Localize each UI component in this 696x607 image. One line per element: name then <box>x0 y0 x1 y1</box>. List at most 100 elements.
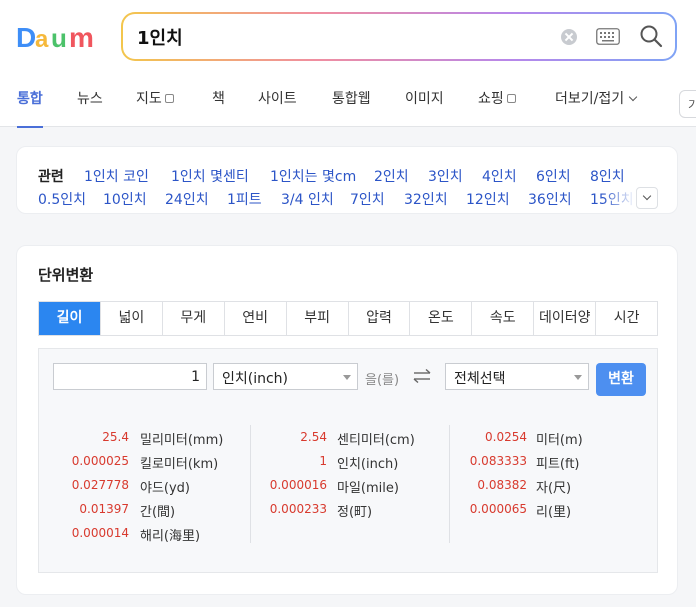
related-title: 관련 <box>38 169 64 185</box>
related-link[interactable]: 1피트 <box>227 189 262 209</box>
tab-images[interactable]: 이미지 <box>405 88 444 127</box>
result-value: 0.01397 <box>79 502 129 516</box>
result-value: 0.000065 <box>469 502 527 516</box>
related-link[interactable]: 1인치 몇센티 <box>171 166 249 186</box>
from-unit-select[interactable]: 인치(inch) <box>213 363 358 390</box>
swap-icon[interactable] <box>413 369 431 383</box>
search-box <box>121 12 677 61</box>
unit-tab-length[interactable]: 길이 <box>39 302 101 335</box>
related-link[interactable]: 32인치 <box>404 189 448 209</box>
search-input[interactable] <box>137 23 517 51</box>
unit-tab-data[interactable]: 데이터양 <box>534 302 597 335</box>
expand-related-button[interactable] <box>636 187 658 209</box>
tab-map[interactable]: 지도 <box>136 88 174 127</box>
tab-label: 쇼핑 <box>478 91 504 107</box>
related-link[interactable]: 8인치 <box>590 166 625 186</box>
tab-books[interactable]: 책 <box>212 88 225 127</box>
result-unit: 킬로미터(km) <box>140 457 219 472</box>
result-unit: 정(町) <box>337 505 373 520</box>
related-link[interactable]: 1인치는 몇cm <box>270 166 356 186</box>
result-value: 0.027778 <box>71 478 129 492</box>
keyboard-icon[interactable] <box>596 28 620 45</box>
related-link[interactable]: 7인치 <box>350 189 385 209</box>
result-value: 1 <box>319 454 327 468</box>
svg-text:m: m <box>69 22 94 52</box>
header: D a u m 통합 뉴스 지도 책 사이트 통합웹 <box>0 0 696 128</box>
result-value: 0.000014 <box>71 526 129 540</box>
related-link[interactable]: 3/4 인치 <box>281 189 334 209</box>
tab-web[interactable]: 통합웹 <box>332 88 371 127</box>
tab-integrated[interactable]: 통합 <box>17 88 43 128</box>
result-value: 0.000025 <box>71 454 129 468</box>
convert-button[interactable]: 변환 <box>596 363 646 396</box>
result-unit: 자(尺) <box>536 481 572 496</box>
result-unit: 야드(yd) <box>140 481 191 496</box>
unit-tab-pressure[interactable]: 압력 <box>349 302 411 335</box>
result-value: 2.54 <box>300 430 327 444</box>
tab-more[interactable]: 더보기/접기 <box>555 88 638 127</box>
related-link[interactable]: 36인치 <box>528 189 572 209</box>
converter-panel: 인치(inch) 을(를) 전체선택 변환 25.4 밀리미터(mm) 0.00… <box>38 348 658 573</box>
caret-down-icon <box>343 375 351 380</box>
related-searches: 관련 1인치 코인 1인치 몇센티 1인치는 몇cm 2인치 3인치 4인치 6… <box>16 146 678 214</box>
related-link[interactable]: 10인치 <box>103 189 147 209</box>
related-link[interactable]: 0.5인치 <box>38 189 86 209</box>
tab-label: 더보기/접기 <box>555 91 625 107</box>
result-unit: 센티미터(cm) <box>337 433 415 448</box>
result-unit: 미터(m) <box>536 433 583 448</box>
unit-tab-speed[interactable]: 속도 <box>472 302 535 335</box>
result-value: 25.4 <box>102 430 129 444</box>
result-unit: 리(里) <box>536 505 572 520</box>
tab-sites[interactable]: 사이트 <box>258 88 297 127</box>
svg-text:u: u <box>51 23 67 52</box>
tab-label: 통합 <box>17 91 43 107</box>
clear-icon[interactable] <box>561 29 577 45</box>
filter-button[interactable]: 기 <box>679 90 696 118</box>
result-unit: 간(間) <box>140 505 176 520</box>
converter-title: 단위변환 <box>38 266 94 284</box>
value-input[interactable] <box>53 363 207 390</box>
unit-category-tabs: 길이 넓이 무게 연비 부피 압력 온도 속도 데이터양 시간 <box>38 301 658 336</box>
result-unit: 인치(inch) <box>337 457 399 472</box>
particle-label: 을(를) <box>365 373 400 388</box>
result-unit: 마일(mile) <box>337 481 399 496</box>
unit-tab-volume[interactable]: 부피 <box>287 302 349 335</box>
unit-tab-time[interactable]: 시간 <box>596 302 657 335</box>
result-unit: 해리(海里) <box>140 529 201 544</box>
svg-text:a: a <box>35 26 49 52</box>
search-icon[interactable] <box>639 24 663 48</box>
related-link[interactable]: 24인치 <box>165 189 209 209</box>
to-unit-select[interactable]: 전체선택 <box>445 363 589 390</box>
tab-shopping[interactable]: 쇼핑 <box>478 88 516 127</box>
related-link[interactable]: 2인치 <box>374 166 409 186</box>
filter-button-label: 기 <box>688 98 696 112</box>
search-tabs: 통합 뉴스 지도 책 사이트 통합웹 이미지 쇼핑 더보기/접기 <box>0 88 696 128</box>
tab-label: 책 <box>212 91 225 107</box>
external-icon <box>506 94 516 103</box>
chevron-down-icon <box>628 92 638 102</box>
related-link[interactable]: 6인치 <box>536 166 571 186</box>
related-link[interactable]: 3인치 <box>428 166 463 186</box>
unit-tab-temperature[interactable]: 온도 <box>410 302 473 335</box>
related-link[interactable]: 12인치 <box>466 189 510 209</box>
tab-label: 지도 <box>136 91 162 107</box>
related-link[interactable]: 4인치 <box>482 166 517 186</box>
result-unit: 피트(ft) <box>536 457 580 472</box>
result-unit: 밀리미터(mm) <box>140 433 224 448</box>
result-value: 0.0254 <box>485 430 527 444</box>
result-value: 0.08382 <box>477 478 527 492</box>
unit-tab-weight[interactable]: 무게 <box>163 302 225 335</box>
tab-news[interactable]: 뉴스 <box>77 88 103 127</box>
caret-down-icon <box>574 375 582 380</box>
result-value: 0.083333 <box>469 454 527 468</box>
unit-tab-area[interactable]: 넓이 <box>101 302 163 335</box>
related-link[interactable]: 1인치 코인 <box>84 166 149 186</box>
tab-label: 사이트 <box>258 91 297 107</box>
from-unit-value: 인치(inch) <box>222 371 289 387</box>
result-value: 0.000016 <box>269 478 327 492</box>
fade-overlay <box>602 185 636 209</box>
external-icon <box>164 94 174 103</box>
result-value: 0.000233 <box>269 502 327 516</box>
unit-tab-fuel[interactable]: 연비 <box>225 302 287 335</box>
daum-logo[interactable]: D a u m <box>16 22 102 52</box>
